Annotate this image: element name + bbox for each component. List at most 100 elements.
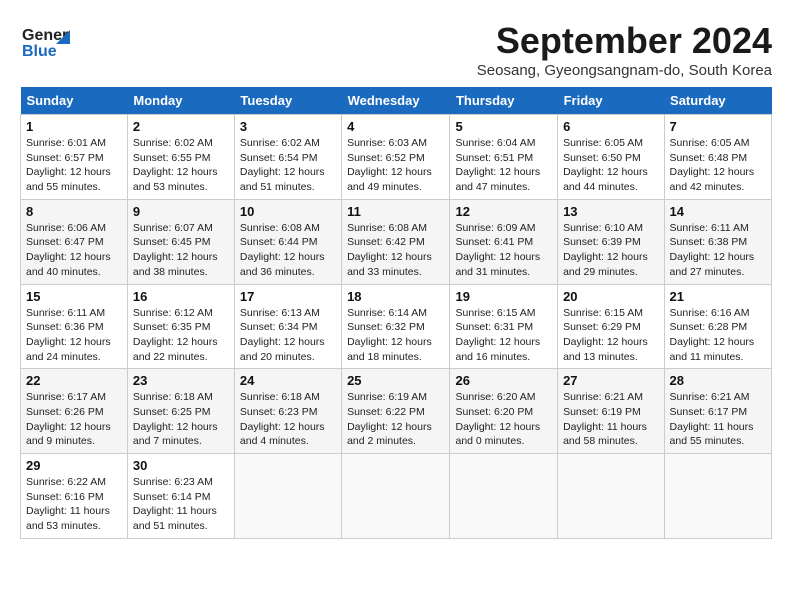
- day-number: 13: [563, 204, 658, 219]
- calendar-cell: 9 Sunrise: 6:07 AMSunset: 6:45 PMDayligh…: [127, 199, 234, 284]
- day-info: Sunrise: 6:10 AMSunset: 6:39 PMDaylight:…: [563, 221, 658, 280]
- day-number: 11: [347, 204, 444, 219]
- calendar-cell: 5 Sunrise: 6:04 AMSunset: 6:51 PMDayligh…: [450, 115, 558, 200]
- day-number: 16: [133, 289, 229, 304]
- day-info: Sunrise: 6:08 AMSunset: 6:44 PMDaylight:…: [240, 221, 336, 280]
- day-info: Sunrise: 6:05 AMSunset: 6:48 PMDaylight:…: [670, 136, 766, 195]
- calendar-cell: 18 Sunrise: 6:14 AMSunset: 6:32 PMDaylig…: [342, 284, 450, 369]
- month-title: September 2024: [477, 20, 772, 62]
- day-number: 19: [455, 289, 552, 304]
- day-info: Sunrise: 6:19 AMSunset: 6:22 PMDaylight:…: [347, 390, 444, 449]
- calendar-cell: 12 Sunrise: 6:09 AMSunset: 6:41 PMDaylig…: [450, 199, 558, 284]
- calendar-cell: 15 Sunrise: 6:11 AMSunset: 6:36 PMDaylig…: [21, 284, 128, 369]
- day-info: Sunrise: 6:02 AMSunset: 6:54 PMDaylight:…: [240, 136, 336, 195]
- day-number: 9: [133, 204, 229, 219]
- calendar-table: SundayMondayTuesdayWednesdayThursdayFrid…: [20, 87, 772, 539]
- calendar-cell: 2 Sunrise: 6:02 AMSunset: 6:55 PMDayligh…: [127, 115, 234, 200]
- title-block: September 2024 Seosang, Gyeongsangnam-do…: [477, 20, 772, 79]
- day-info: Sunrise: 6:11 AMSunset: 6:38 PMDaylight:…: [670, 221, 766, 280]
- calendar-week-row: 29 Sunrise: 6:22 AMSunset: 6:16 PMDaylig…: [21, 454, 772, 539]
- day-info: Sunrise: 6:08 AMSunset: 6:42 PMDaylight:…: [347, 221, 444, 280]
- calendar-week-row: 15 Sunrise: 6:11 AMSunset: 6:36 PMDaylig…: [21, 284, 772, 369]
- day-info: Sunrise: 6:22 AMSunset: 6:16 PMDaylight:…: [26, 475, 122, 534]
- calendar-week-row: 8 Sunrise: 6:06 AMSunset: 6:47 PMDayligh…: [21, 199, 772, 284]
- calendar-header-friday: Friday: [558, 87, 664, 115]
- day-number: 18: [347, 289, 444, 304]
- calendar-cell: [664, 454, 771, 539]
- day-number: 27: [563, 373, 658, 388]
- logo: General Blue: [20, 20, 70, 64]
- calendar-cell: 11 Sunrise: 6:08 AMSunset: 6:42 PMDaylig…: [342, 199, 450, 284]
- calendar-header-saturday: Saturday: [664, 87, 771, 115]
- day-number: 8: [26, 204, 122, 219]
- day-info: Sunrise: 6:16 AMSunset: 6:28 PMDaylight:…: [670, 306, 766, 365]
- day-info: Sunrise: 6:15 AMSunset: 6:29 PMDaylight:…: [563, 306, 658, 365]
- calendar-week-row: 22 Sunrise: 6:17 AMSunset: 6:26 PMDaylig…: [21, 369, 772, 454]
- day-info: Sunrise: 6:21 AMSunset: 6:17 PMDaylight:…: [670, 390, 766, 449]
- calendar-cell: [558, 454, 664, 539]
- day-info: Sunrise: 6:17 AMSunset: 6:26 PMDaylight:…: [26, 390, 122, 449]
- calendar-cell: 21 Sunrise: 6:16 AMSunset: 6:28 PMDaylig…: [664, 284, 771, 369]
- location: Seosang, Gyeongsangnam-do, South Korea: [477, 62, 772, 79]
- day-number: 24: [240, 373, 336, 388]
- day-number: 5: [455, 119, 552, 134]
- logo-icon: General Blue: [20, 20, 70, 64]
- day-number: 4: [347, 119, 444, 134]
- calendar-cell: 25 Sunrise: 6:19 AMSunset: 6:22 PMDaylig…: [342, 369, 450, 454]
- day-number: 23: [133, 373, 229, 388]
- day-number: 14: [670, 204, 766, 219]
- day-info: Sunrise: 6:03 AMSunset: 6:52 PMDaylight:…: [347, 136, 444, 195]
- calendar-cell: 28 Sunrise: 6:21 AMSunset: 6:17 PMDaylig…: [664, 369, 771, 454]
- day-number: 17: [240, 289, 336, 304]
- day-info: Sunrise: 6:09 AMSunset: 6:41 PMDaylight:…: [455, 221, 552, 280]
- calendar-cell: 24 Sunrise: 6:18 AMSunset: 6:23 PMDaylig…: [234, 369, 341, 454]
- calendar-cell: 3 Sunrise: 6:02 AMSunset: 6:54 PMDayligh…: [234, 115, 341, 200]
- day-number: 25: [347, 373, 444, 388]
- calendar-cell: 19 Sunrise: 6:15 AMSunset: 6:31 PMDaylig…: [450, 284, 558, 369]
- day-number: 15: [26, 289, 122, 304]
- calendar-cell: 30 Sunrise: 6:23 AMSunset: 6:14 PMDaylig…: [127, 454, 234, 539]
- calendar-cell: 23 Sunrise: 6:18 AMSunset: 6:25 PMDaylig…: [127, 369, 234, 454]
- day-info: Sunrise: 6:12 AMSunset: 6:35 PMDaylight:…: [133, 306, 229, 365]
- calendar-cell: [450, 454, 558, 539]
- calendar-week-row: 1 Sunrise: 6:01 AMSunset: 6:57 PMDayligh…: [21, 115, 772, 200]
- day-number: 20: [563, 289, 658, 304]
- calendar-cell: [234, 454, 341, 539]
- day-info: Sunrise: 6:07 AMSunset: 6:45 PMDaylight:…: [133, 221, 229, 280]
- day-info: Sunrise: 6:11 AMSunset: 6:36 PMDaylight:…: [26, 306, 122, 365]
- day-number: 26: [455, 373, 552, 388]
- day-info: Sunrise: 6:04 AMSunset: 6:51 PMDaylight:…: [455, 136, 552, 195]
- calendar-cell: 27 Sunrise: 6:21 AMSunset: 6:19 PMDaylig…: [558, 369, 664, 454]
- day-info: Sunrise: 6:13 AMSunset: 6:34 PMDaylight:…: [240, 306, 336, 365]
- calendar-cell: 22 Sunrise: 6:17 AMSunset: 6:26 PMDaylig…: [21, 369, 128, 454]
- day-number: 22: [26, 373, 122, 388]
- calendar-header-thursday: Thursday: [450, 87, 558, 115]
- day-info: Sunrise: 6:23 AMSunset: 6:14 PMDaylight:…: [133, 475, 229, 534]
- calendar-header-tuesday: Tuesday: [234, 87, 341, 115]
- day-info: Sunrise: 6:05 AMSunset: 6:50 PMDaylight:…: [563, 136, 658, 195]
- day-number: 10: [240, 204, 336, 219]
- day-info: Sunrise: 6:18 AMSunset: 6:25 PMDaylight:…: [133, 390, 229, 449]
- calendar-header-monday: Monday: [127, 87, 234, 115]
- day-info: Sunrise: 6:06 AMSunset: 6:47 PMDaylight:…: [26, 221, 122, 280]
- calendar-cell: [342, 454, 450, 539]
- calendar-cell: 6 Sunrise: 6:05 AMSunset: 6:50 PMDayligh…: [558, 115, 664, 200]
- calendar-header-wednesday: Wednesday: [342, 87, 450, 115]
- calendar-cell: 14 Sunrise: 6:11 AMSunset: 6:38 PMDaylig…: [664, 199, 771, 284]
- day-number: 30: [133, 458, 229, 473]
- calendar-cell: 20 Sunrise: 6:15 AMSunset: 6:29 PMDaylig…: [558, 284, 664, 369]
- calendar-cell: 7 Sunrise: 6:05 AMSunset: 6:48 PMDayligh…: [664, 115, 771, 200]
- calendar-cell: 1 Sunrise: 6:01 AMSunset: 6:57 PMDayligh…: [21, 115, 128, 200]
- day-info: Sunrise: 6:18 AMSunset: 6:23 PMDaylight:…: [240, 390, 336, 449]
- calendar-cell: 17 Sunrise: 6:13 AMSunset: 6:34 PMDaylig…: [234, 284, 341, 369]
- calendar-cell: 13 Sunrise: 6:10 AMSunset: 6:39 PMDaylig…: [558, 199, 664, 284]
- day-number: 21: [670, 289, 766, 304]
- calendar-header-row: SundayMondayTuesdayWednesdayThursdayFrid…: [21, 87, 772, 115]
- day-number: 2: [133, 119, 229, 134]
- calendar-cell: 10 Sunrise: 6:08 AMSunset: 6:44 PMDaylig…: [234, 199, 341, 284]
- day-info: Sunrise: 6:20 AMSunset: 6:20 PMDaylight:…: [455, 390, 552, 449]
- day-number: 1: [26, 119, 122, 134]
- calendar-cell: 29 Sunrise: 6:22 AMSunset: 6:16 PMDaylig…: [21, 454, 128, 539]
- day-number: 7: [670, 119, 766, 134]
- day-info: Sunrise: 6:14 AMSunset: 6:32 PMDaylight:…: [347, 306, 444, 365]
